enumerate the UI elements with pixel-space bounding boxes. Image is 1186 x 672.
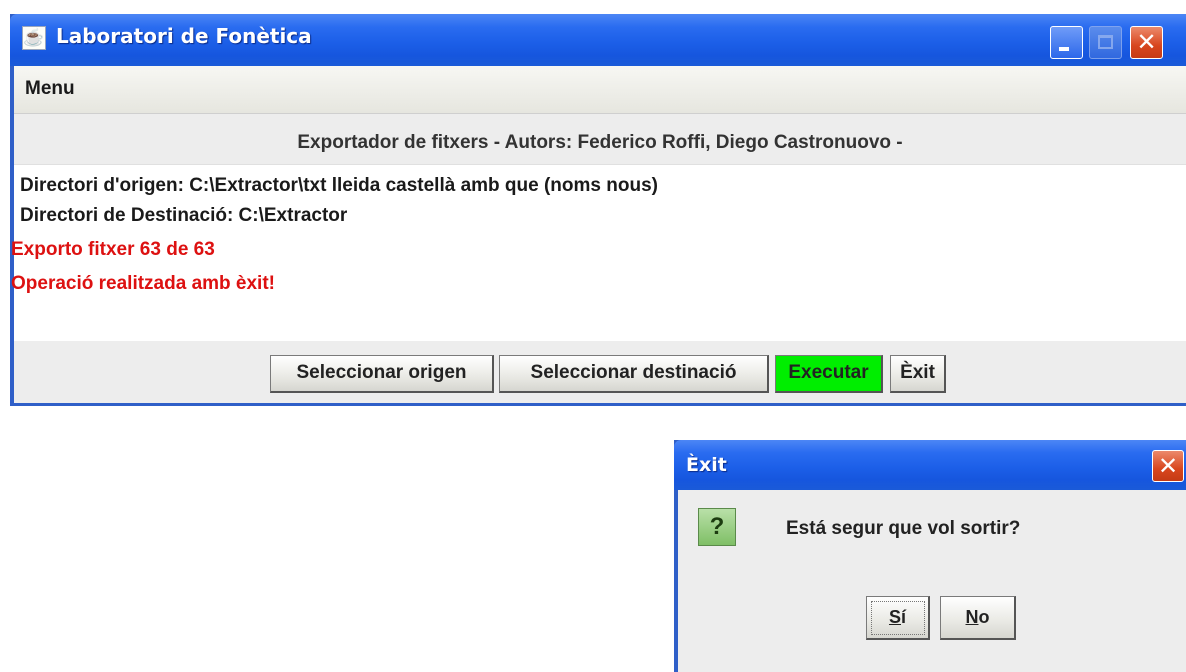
java-app-icon: ☕ [22,26,46,50]
execute-button[interactable]: Executar [775,355,883,393]
menu-bar: Menu [14,66,1186,114]
menu-item-menu[interactable]: Menu [25,78,75,100]
dialog-close-button[interactable]: ✕ [1152,450,1184,482]
yes-label-rest: í [901,607,907,627]
no-label-rest: o [978,607,990,627]
no-button[interactable]: No [940,596,1016,640]
close-icon: ✕ [1157,452,1179,480]
close-icon: ✕ [1136,28,1157,56]
header-label: Exportador de fitxers - Autors: Federico… [297,132,903,153]
yes-mnemonic: S [888,607,901,627]
question-icon: ? [698,508,736,546]
main-client-area: Menu Exportador de fitxers - Autors: Fed… [11,66,1186,403]
exit-button[interactable]: Èxit [890,355,946,393]
select-origin-button[interactable]: Seleccionar origen [270,355,494,393]
window-title: Laboratori de Fonètica [56,24,312,48]
no-mnemonic: N [965,607,979,627]
dialog-titlebar[interactable]: Èxit ✕ [674,440,1186,490]
select-destination-button[interactable]: Seleccionar destinació [499,355,769,393]
yes-button[interactable]: Sí [866,596,930,640]
close-button[interactable]: ✕ [1130,26,1163,59]
dialog-title: Èxit [686,454,727,476]
dialog-message: Está segur que vol sortir? [786,518,1021,539]
dialog-body: ? Está segur que vol sortir? Sí No [678,490,1186,672]
destination-directory-text: Directori de Destinació: C:\Extractor [20,205,348,226]
maximize-icon [1098,35,1113,49]
minimize-icon [1059,47,1069,51]
main-titlebar[interactable]: ☕ Laboratori de Fonètica ✕ [10,14,1186,66]
minimize-button[interactable] [1050,26,1083,59]
operation-result-text: Operació realitzada amb èxit! [11,273,275,294]
main-window: ☕ Laboratori de Fonètica ✕ Menu Exportad… [10,14,1186,406]
log-area: Directori d'origen: C:\Extractor\txt lle… [11,164,1186,341]
exit-confirm-dialog: Èxit ✕ ? Está segur que vol sortir? Sí N… [674,440,1186,672]
origin-directory-text: Directori d'origen: C:\Extractor\txt lle… [20,175,658,196]
export-progress-text: Exporto fitxer 63 de 63 [11,239,215,260]
maximize-button [1089,26,1122,59]
